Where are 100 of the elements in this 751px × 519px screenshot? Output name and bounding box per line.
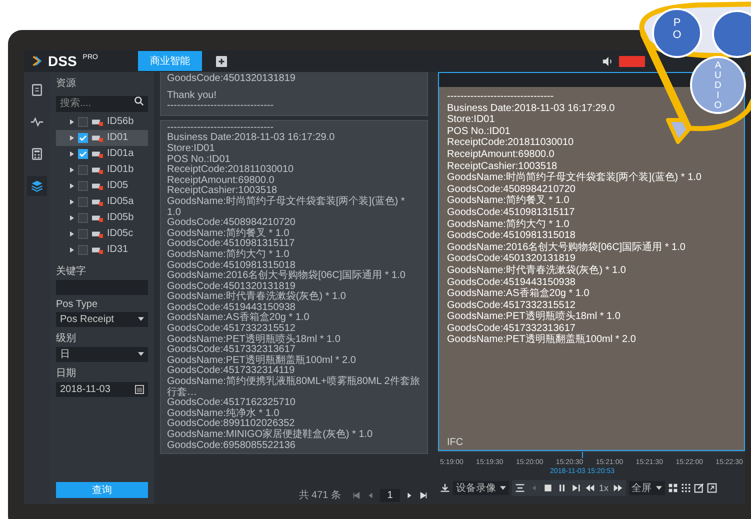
layers-icon[interactable] — [27, 176, 47, 196]
logo-icon — [32, 54, 42, 68]
checkbox[interactable] — [78, 196, 88, 206]
checkbox[interactable] — [78, 148, 88, 158]
expand-icon[interactable] — [70, 118, 74, 124]
receipt-overlay-line: GoodsCode:4510981315117 — [447, 206, 575, 218]
receipt-line: GoodsCode:4501320131819 — [167, 282, 296, 292]
receipt-overlay-line: GoodsName:时尚简约子母文件袋套装[两个装](蓝色) * 1.0 — [447, 172, 702, 184]
receipt-overlay-line: -------------------------------- — [447, 91, 554, 103]
receipt-line: GoodsName:简约大勺 * 1.0 — [167, 250, 290, 260]
clip-icon[interactable] — [515, 483, 525, 493]
expand-icon[interactable] — [70, 182, 74, 188]
receipt-line: GoodsCode:6958085522136 — [167, 440, 296, 452]
layout-dropdown[interactable]: 全屏 — [628, 481, 665, 495]
tree-item[interactable]: ID56b — [56, 114, 148, 130]
pause-icon[interactable] — [557, 483, 567, 493]
checkbox[interactable] — [78, 212, 88, 222]
tree-item[interactable]: ID31 — [56, 242, 148, 258]
tree-item[interactable]: ID05 — [56, 178, 148, 194]
download-icon[interactable] — [440, 483, 450, 493]
receipt-line: ReceiptCashier:1003518 — [167, 186, 278, 196]
expand-icon[interactable] — [70, 166, 74, 172]
expand-icon[interactable] — [70, 150, 74, 156]
edit-icon[interactable] — [694, 483, 704, 493]
receipt-overlay-line: GoodsCode:4517332313617 — [447, 322, 576, 334]
device-icon — [92, 166, 103, 174]
expand-icon[interactable] — [70, 230, 74, 236]
tree-item[interactable]: ID01b — [56, 162, 148, 178]
receipt-overlay-line: Business Date:2018-11-03 16:17:29.0 — [447, 102, 615, 114]
filter-label: 日期 — [56, 366, 77, 380]
tree-item[interactable]: ID05c — [56, 226, 148, 242]
receipt-overlay-line: GoodsCode:4508984210720 — [447, 184, 576, 195]
receipt-overlay-line: GoodsName:AS香箱盒20g * 1.0 — [447, 288, 590, 300]
receipt-line: GoodsName:纯净水 * 1.0 — [167, 408, 280, 419]
calendar-icon[interactable] — [135, 384, 144, 394]
grid-nine-icon[interactable] — [680, 483, 691, 493]
expand-icon[interactable] — [70, 246, 74, 252]
tree-item[interactable]: ID01a — [56, 146, 148, 162]
checkbox[interactable] — [78, 132, 88, 142]
receipt-overlay-line: ReceiptCashier:1003518 — [447, 160, 558, 172]
receipt-overlay-line: GoodsName:简约餐叉 * 1.0 — [447, 195, 570, 207]
receipt-line: GoodsCode:4508984210720 — [167, 218, 296, 228]
search-field[interactable]: 搜索.... — [56, 96, 148, 112]
speed-label: 1x — [599, 483, 609, 493]
first-page-icon[interactable] — [352, 490, 361, 500]
previous-page-icon[interactable] — [366, 490, 375, 500]
expand-icon[interactable] — [70, 198, 74, 204]
expand-icon[interactable] — [70, 214, 74, 220]
page-field[interactable]: 1 — [380, 488, 400, 502]
receipt-overlay-line: Store:ID01 — [447, 114, 495, 126]
fast-icon[interactable] — [612, 483, 623, 493]
receipt-line: GoodsCode:4501320131819 — [167, 74, 296, 85]
tree-item-label: ID01b — [107, 164, 134, 175]
receipt-line: GoodsCode:4517162325710 — [167, 398, 296, 408]
receipt-line: GoodsCode:4517332315512 — [167, 324, 296, 334]
tree-item[interactable]: ID05a — [56, 194, 148, 210]
fullscreen-icon[interactable] — [706, 483, 717, 493]
device-icon — [92, 182, 103, 190]
stop-icon[interactable] — [543, 483, 553, 493]
receipt-line: GoodsCode:4519443150938 — [167, 302, 296, 313]
next-page-icon[interactable] — [405, 490, 414, 500]
step-forward-icon[interactable] — [571, 483, 581, 493]
search-icon[interactable] — [134, 96, 144, 106]
receipt-overlay-line: GoodsName:2016名创大号购物袋[06C]国际通用 * 1.0 — [447, 242, 686, 254]
receipt-line: GoodsName:PET透明瓶翻盖瓶100ml * 2.0 — [167, 356, 356, 366]
last-page-icon[interactable] — [419, 490, 428, 500]
receipt-overlay-line: GoodsCode:4517332315512 — [447, 300, 576, 311]
checkbox[interactable] — [78, 228, 88, 238]
receipt-overlay-line: GoodsName:简约大勺 * 1.0 — [447, 218, 570, 230]
tree-item[interactable]: ID05b — [56, 210, 148, 226]
caret-icon — [656, 486, 662, 490]
receipt-line: GoodsName:PET透明瓶喷头18ml * 1.0 — [167, 334, 340, 345]
tree-item-label: ID05 — [107, 180, 128, 191]
slow-icon[interactable] — [585, 483, 595, 493]
receipt-overlay-line: ReceiptAmount:69800.0 — [447, 148, 554, 161]
caret-icon — [500, 486, 506, 490]
panel-title: 资源 — [56, 77, 77, 90]
tree-item[interactable]: ID01 — [56, 130, 148, 146]
date-field[interactable]: 2018-11-03 — [56, 382, 148, 396]
expand-icon[interactable] — [70, 134, 74, 140]
device-icon — [92, 198, 103, 206]
receipt-line: Business Date:2018-11-03 16:17:29.0 — [167, 133, 335, 144]
device-icon — [92, 214, 103, 222]
dropdown[interactable]: 日 — [56, 346, 148, 362]
receipt-line: Thank you! — [167, 90, 216, 102]
add-tab-icon[interactable] — [216, 56, 227, 66]
checkbox[interactable] — [78, 180, 88, 190]
dropdown[interactable]: Pos Receipt — [56, 312, 148, 326]
receipt-line: POS No.:ID01 — [167, 154, 230, 165]
checkbox[interactable] — [78, 244, 88, 254]
receipt-line: GoodsCode:8991102026352 — [167, 419, 295, 430]
speaker-icon[interactable] — [602, 56, 613, 66]
checkbox[interactable] — [78, 116, 88, 126]
checkbox[interactable] — [78, 164, 88, 174]
grid-four-icon[interactable] — [668, 483, 678, 493]
receipt-overlay-line: POS No.:ID01 — [447, 126, 510, 138]
receipt-overlay-line: GoodsCode:4519443150938 — [447, 276, 576, 288]
source-dropdown[interactable]: 设备录像 — [453, 481, 509, 495]
receipt-line: -------------------------------- — [167, 122, 274, 133]
filter-label: 关键字 — [56, 264, 87, 278]
